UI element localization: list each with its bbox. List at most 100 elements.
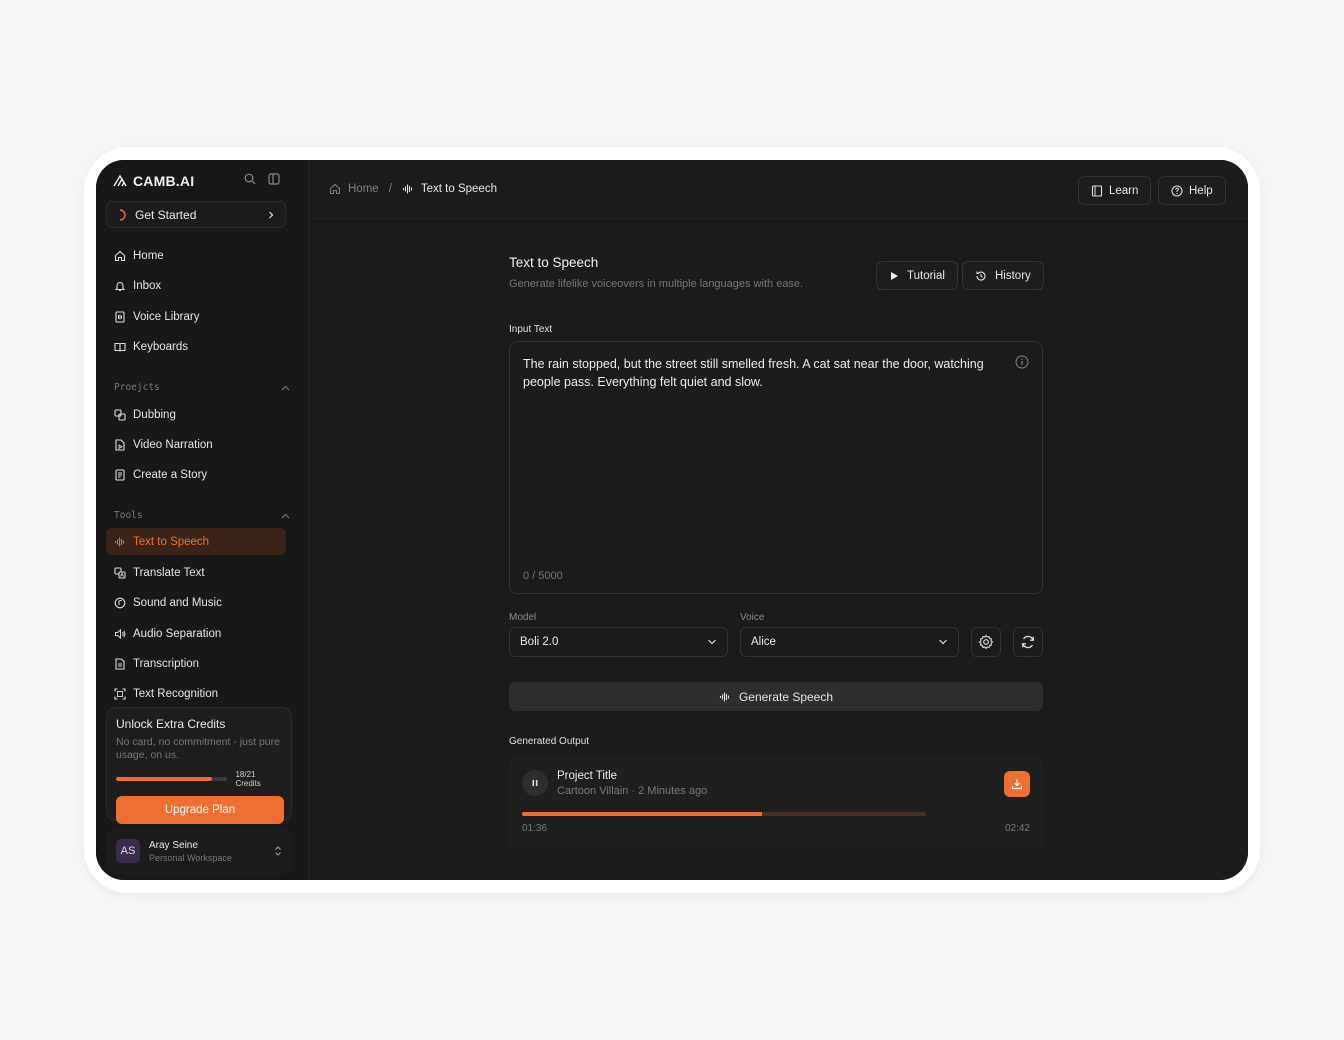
main-area: Home / Text to Speech Learn Help Text to…: [308, 160, 1248, 880]
sidebar-item-translate-text[interactable]: Translate Text: [106, 559, 286, 586]
sidebar-item-create-a-story[interactable]: Create a Story: [106, 461, 286, 488]
playback-progress-bar[interactable]: [522, 812, 926, 816]
sidebar-item-text-recognition[interactable]: Text Recognition: [106, 680, 286, 707]
credits-progress-row: 18/21 Credits: [116, 770, 282, 788]
voice-settings-button[interactable]: [971, 627, 1001, 657]
translate-icon: [114, 566, 126, 579]
input-text-area[interactable]: The rain stopped, but the street still s…: [509, 341, 1043, 594]
progress-ring-icon: [119, 208, 126, 221]
tutorial-button[interactable]: Tutorial: [876, 261, 958, 290]
projects-section-label: Proejcts: [114, 382, 160, 393]
bell-icon: [114, 281, 126, 291]
sidebar-item-label: Video Narration: [133, 438, 213, 451]
waveform-icon: [114, 537, 125, 546]
credits-subtitle: No card, no commitment - just pure usage…: [116, 736, 280, 761]
generated-output-label: Generated Output: [509, 736, 590, 747]
pause-button[interactable]: [522, 770, 548, 796]
sidebar-header: CAMB.AI: [96, 160, 308, 200]
sidebar-item-keyboards[interactable]: Keyboards: [106, 333, 286, 360]
voice-library-icon: [115, 310, 125, 323]
chevron-up-icon: [281, 513, 290, 518]
sidebar-item-dubbing[interactable]: Dubbing: [106, 401, 286, 428]
breadcrumb-current: Text to Speech: [420, 183, 497, 195]
sidebar-item-voice-library[interactable]: Voice Library: [106, 303, 286, 330]
tools-section-header[interactable]: Tools: [114, 510, 290, 521]
info-icon[interactable]: [1015, 355, 1029, 369]
sidebar-item-label: Voice Library: [133, 310, 200, 323]
generate-speech-button[interactable]: Generate Speech: [509, 682, 1043, 711]
dubbing-icon: [114, 408, 126, 421]
user-info: Aray Seine Personal Workspace: [149, 840, 232, 863]
logo-text: CAMB.AI: [133, 173, 195, 189]
chevron-down-icon: [708, 639, 716, 645]
chevron-right-icon: [269, 211, 274, 218]
credits-count: 18/21 Credits: [235, 770, 261, 788]
tools-section-label: Tools: [114, 510, 143, 521]
home-icon: [329, 183, 341, 195]
generate-speech-label: Generate Speech: [738, 689, 834, 704]
sidebar-item-label: Dubbing: [133, 408, 176, 421]
tutorial-label: Tutorial: [907, 269, 945, 282]
sidebar-item-home[interactable]: Home: [106, 242, 286, 269]
sidebar: CAMB.AI Get Started Home Inbox Voice Lib…: [96, 160, 308, 880]
search-icon[interactable]: [244, 173, 256, 185]
get-started-button[interactable]: Get Started: [106, 201, 286, 228]
sidebar-item-transcription[interactable]: Transcription: [106, 650, 286, 677]
sidebar-item-label: Inbox: [133, 279, 162, 292]
camb-logo-icon: [113, 175, 127, 187]
breadcrumb: Home / Text to Speech: [329, 183, 497, 195]
chevron-down-icon: [939, 639, 947, 645]
sidebar-item-inbox[interactable]: Inbox: [106, 272, 286, 299]
upgrade-plan-button[interactable]: Upgrade Plan: [116, 796, 284, 824]
projects-section-header[interactable]: Proejcts: [114, 382, 290, 393]
logo[interactable]: CAMB.AI: [113, 173, 194, 189]
character-count: 0 / 5000: [523, 570, 563, 582]
sidebar-item-audio-separation[interactable]: Audio Separation: [106, 620, 286, 647]
credits-progress-fill: [116, 777, 212, 781]
chevron-up-down-icon: [275, 846, 281, 856]
regenerate-button[interactable]: [1013, 627, 1043, 657]
credits-progress-bar: [116, 777, 228, 781]
user-switcher[interactable]: AS Aray Seine Personal Workspace: [106, 828, 292, 874]
sidebar-item-label: Sound and Music: [133, 596, 222, 609]
sidebar-item-text-to-speech[interactable]: Text to Speech: [106, 528, 286, 555]
breadcrumb-home[interactable]: Home: [348, 183, 379, 195]
history-icon: [976, 271, 986, 281]
model-select[interactable]: Boli 2.0: [509, 627, 728, 657]
avatar: AS: [116, 839, 140, 863]
home-icon: [114, 250, 126, 261]
video-file-icon: [115, 438, 125, 451]
music-icon: [114, 597, 126, 608]
book-icon: [114, 342, 126, 352]
user-name: Aray Seine: [149, 839, 198, 851]
gear-icon: [978, 634, 994, 650]
voice-value: Alice: [751, 636, 776, 648]
topbar: Home / Text to Speech Learn Help: [309, 160, 1248, 222]
user-workspace: Personal Workspace: [149, 852, 232, 863]
sidebar-item-video-narration[interactable]: Video Narration: [106, 431, 286, 458]
input-text-value: The rain stopped, but the street still s…: [523, 357, 984, 389]
learn-button[interactable]: Learn: [1078, 176, 1152, 205]
breadcrumb-separator: /: [388, 183, 392, 195]
help-button[interactable]: Help: [1158, 176, 1226, 205]
current-time: 01:36: [522, 823, 548, 834]
sidebar-item-label: Audio Separation: [133, 627, 222, 640]
page-header: Text to Speech Generate lifelike voiceov…: [509, 255, 1044, 305]
sidebar-item-label: Text to Speech: [133, 535, 210, 548]
tts-panel: Text to Speech Generate lifelike voiceov…: [509, 255, 1044, 849]
history-label: History: [995, 269, 1031, 282]
sidebar-toggle-icon[interactable]: [268, 173, 280, 185]
sidebar-item-label: Home: [133, 249, 164, 262]
sidebar-item-sound-and-music[interactable]: Sound and Music: [106, 589, 286, 616]
book-icon: [1091, 184, 1103, 197]
download-button[interactable]: [1004, 771, 1030, 797]
sidebar-item-label: Text Recognition: [133, 687, 219, 700]
voice-label: Voice: [740, 612, 765, 623]
history-button[interactable]: History: [962, 261, 1044, 290]
help-label: Help: [1189, 184, 1213, 197]
download-icon: [1011, 779, 1023, 790]
pause-icon: [532, 780, 538, 786]
input-text-label: Input Text: [509, 324, 553, 335]
credits-card: Unlock Extra Credits No card, no commitm…: [106, 707, 292, 824]
voice-select[interactable]: Alice: [740, 627, 959, 657]
